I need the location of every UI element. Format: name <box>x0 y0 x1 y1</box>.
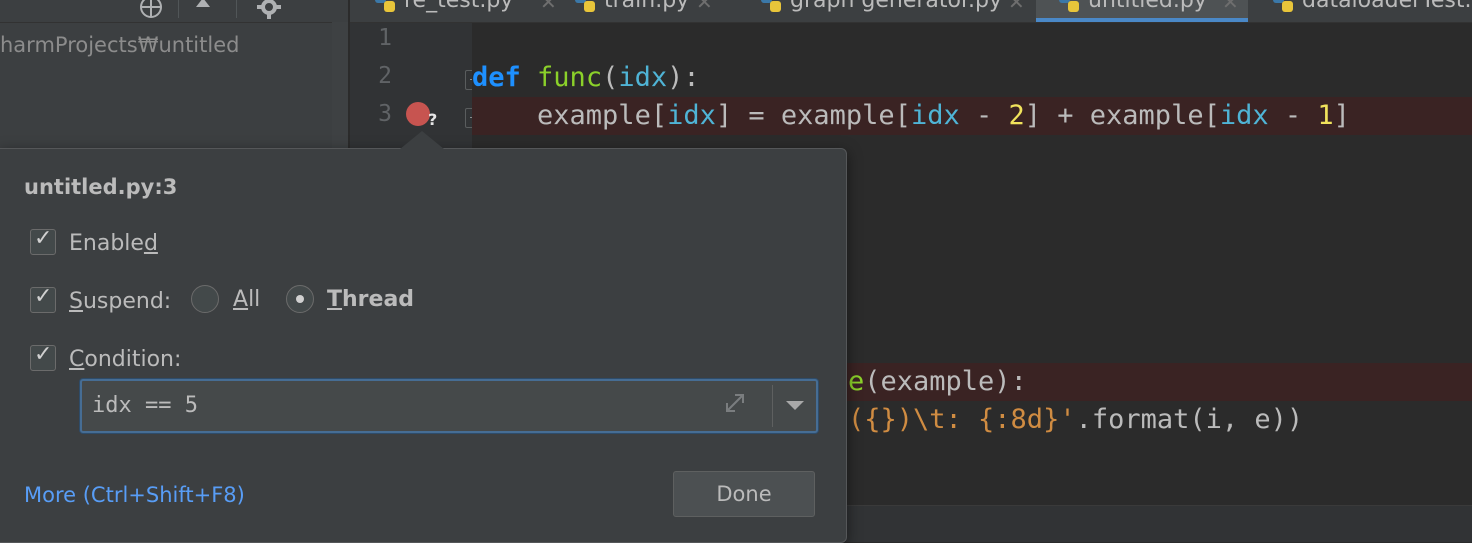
label-text: Enable <box>69 231 144 256</box>
code-line-2: def func(idx): <box>472 59 1472 97</box>
string-literal: ({})\t: {:8d}' <box>848 404 1076 435</box>
gear-icon[interactable] <box>256 0 282 25</box>
line-number: 2 <box>378 63 392 89</box>
line-number: 3 <box>378 101 392 127</box>
function-name: e <box>848 366 865 397</box>
expand-icon[interactable] <box>722 390 748 416</box>
python-file-icon <box>375 0 395 12</box>
tab-label: train.py <box>604 0 690 13</box>
python-file-icon <box>761 0 781 12</box>
label-text: ondition: <box>84 347 182 372</box>
code-text: ] <box>1333 100 1350 131</box>
condition-history-dropdown[interactable] <box>773 381 816 431</box>
conditional-breakpoint-icon: ? <box>428 110 438 129</box>
condition-checkbox[interactable]: ✓ <box>30 342 56 371</box>
close-icon[interactable]: ✕ <box>1008 0 1025 14</box>
active-tab-indicator <box>1036 18 1248 22</box>
mnemonic-char: C <box>69 347 85 372</box>
close-icon[interactable]: ✕ <box>1222 0 1239 14</box>
toolbar-separator <box>236 0 237 18</box>
identifier: idx <box>1219 100 1269 131</box>
tab-untitled[interactable]: untitled.py ✕ <box>1036 0 1248 22</box>
label-text: ll <box>248 287 261 312</box>
suspend-checkbox[interactable]: ✓ <box>30 284 56 313</box>
function-name: func <box>537 62 603 93</box>
popup-pointer <box>400 131 444 149</box>
code-text: (example): <box>864 366 1027 397</box>
parameter: idx <box>618 62 668 93</box>
suspend-label[interactable]: Suspend: <box>69 289 171 314</box>
line-number: 1 <box>378 25 392 51</box>
python-file-icon <box>575 0 595 12</box>
popup-title: untitled.py:3 <box>24 175 178 199</box>
check-icon: ✓ <box>34 342 53 367</box>
tab-graph-generator[interactable]: graph generator.py ✕ <box>758 0 1038 22</box>
condition-input[interactable] <box>92 389 712 421</box>
code-line-3: example[idx] = example[idx - 2] + exampl… <box>472 97 1472 135</box>
enabled-checkbox[interactable]: ✓ <box>30 226 56 255</box>
condition-field[interactable] <box>80 379 818 433</box>
suspend-all-label[interactable]: All <box>233 287 260 312</box>
suspend-thread-radio[interactable] <box>286 285 314 313</box>
check-icon: ✓ <box>34 226 53 251</box>
keyword: def <box>472 62 521 93</box>
code-text: - <box>1268 100 1318 131</box>
condition-label[interactable]: Condition: <box>69 347 181 372</box>
tab-label: dataloaderTest.p <box>1302 0 1472 13</box>
tab-label: graph generator.py <box>790 0 1002 13</box>
tab-label: untitled.py <box>1088 0 1207 13</box>
python-file-icon <box>1059 0 1079 12</box>
label-text: hread <box>342 287 415 312</box>
mnemonic-char: d <box>143 231 158 256</box>
project-toolbar <box>0 0 350 23</box>
mnemonic-char: A <box>233 287 249 312</box>
enabled-label[interactable]: Enabled <box>69 231 158 256</box>
done-button[interactable]: Done <box>673 471 815 517</box>
tab-dataloader-test[interactable]: dataloaderTest.p <box>1270 0 1472 22</box>
chevron-down-icon <box>786 401 804 410</box>
identifier: idx <box>910 100 960 131</box>
code-punct: ( <box>602 62 619 93</box>
mnemonic-char: S <box>69 289 83 314</box>
toolbar-separator <box>178 0 179 18</box>
more-link[interactable]: More (Ctrl+Shift+F8) <box>24 483 245 507</box>
suspend-thread-label[interactable]: Thread <box>327 287 414 312</box>
breakpoint-icon[interactable] <box>406 102 430 126</box>
mnemonic-char: T <box>327 287 343 312</box>
tab-train[interactable]: train.py ✕ <box>572 0 732 22</box>
editor-bottom-bar <box>846 505 1472 542</box>
identifier: idx <box>667 100 716 131</box>
close-icon[interactable]: ✕ <box>696 0 713 14</box>
code-text: - <box>959 100 1009 131</box>
check-icon: ✓ <box>34 284 53 309</box>
code-text: example[ <box>537 100 668 131</box>
radio-dot-icon <box>296 295 304 303</box>
breakpoint-popup: untitled.py:3 ✓ Enabled ✓ Suspend: All T… <box>0 131 847 543</box>
tab-label: re_test.py <box>404 0 514 13</box>
suspend-all-radio[interactable] <box>191 285 219 313</box>
code-text: .format(i, e)) <box>1075 404 1304 435</box>
code-text: ] + example[ <box>1024 100 1220 131</box>
python-file-icon <box>1273 0 1293 12</box>
tab-re-test[interactable]: re_test.py ✕ <box>372 0 562 22</box>
label-text: uspend: <box>82 289 172 314</box>
number-literal: 1 <box>1317 100 1334 131</box>
globe-icon[interactable] <box>138 0 164 25</box>
editor-tab-bar: re_test.py ✕ train.py ✕ graph generator.… <box>350 0 1472 23</box>
code-text: ] = example[ <box>715 100 911 131</box>
number-literal: 2 <box>1008 100 1025 131</box>
collapse-up-icon[interactable] <box>192 0 214 21</box>
code-punct: ): <box>667 62 700 93</box>
project-path[interactable]: harmProjects₩untitled <box>0 33 239 57</box>
close-icon[interactable]: ✕ <box>540 0 557 14</box>
